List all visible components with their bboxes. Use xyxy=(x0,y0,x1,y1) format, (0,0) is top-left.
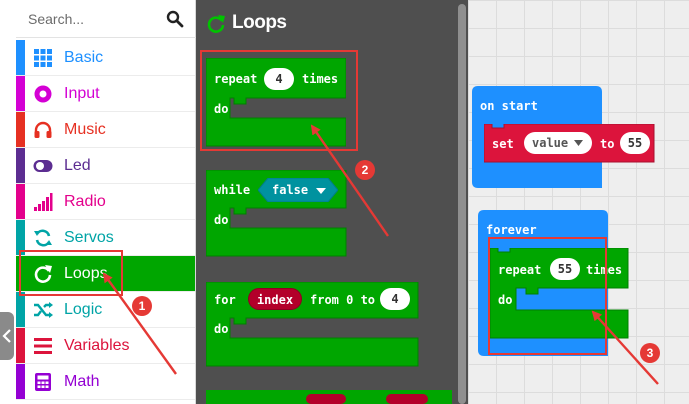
category-color-stripe xyxy=(16,112,25,147)
annotation-badge-1: 1 xyxy=(132,296,152,316)
category-color-stripe xyxy=(16,364,25,399)
set-value-input[interactable]: 55 xyxy=(620,132,650,154)
category-math[interactable]: Math xyxy=(16,364,195,400)
dropdown-arrow-icon xyxy=(574,140,583,146)
loop-icon xyxy=(207,15,225,33)
do-keyword: do xyxy=(214,213,229,227)
highlight-box-repeat-block xyxy=(200,50,358,151)
category-label: Input xyxy=(64,85,100,102)
category-color-stripe xyxy=(16,328,25,363)
variable-dropdown[interactable]: value xyxy=(524,132,592,154)
category-color-stripe xyxy=(16,76,25,111)
annotation-badge-3: 3 xyxy=(640,343,660,363)
variable-name: value xyxy=(532,136,569,150)
category-color-stripe xyxy=(16,148,25,183)
calculator-icon xyxy=(35,373,51,391)
annotation-badge-2: 2 xyxy=(355,160,375,180)
radio-button-icon xyxy=(34,85,52,103)
search-box xyxy=(16,0,196,38)
dropdown-arrow-icon xyxy=(316,188,326,194)
highlight-box-loops xyxy=(19,250,123,296)
from-to-text: from 0 to xyxy=(310,293,376,307)
index-variable[interactable]: index xyxy=(248,288,302,310)
category-color-stripe xyxy=(16,40,25,75)
shuffle-icon xyxy=(34,302,53,318)
category-label: Led xyxy=(64,157,91,174)
category-radio[interactable]: Radio xyxy=(16,184,195,220)
category-led[interactable]: Led xyxy=(16,148,195,184)
search-icon[interactable] xyxy=(166,10,184,28)
category-label: Music xyxy=(64,121,106,138)
category-logic[interactable]: Logic xyxy=(16,292,195,328)
set-keyword: set xyxy=(492,137,514,151)
for-end-input[interactable]: 4 xyxy=(380,288,410,310)
on-start-block[interactable]: on start set value to 55 xyxy=(472,86,658,190)
signal-bars-icon xyxy=(34,193,53,211)
for-keyword: for xyxy=(214,293,236,307)
list-icon xyxy=(34,338,52,354)
grid-icon xyxy=(34,49,52,67)
category-label: Radio xyxy=(64,193,106,210)
toolbox-sidebar: Basic Input Music Led xyxy=(0,0,196,404)
headphones-icon xyxy=(34,121,52,138)
category-label: Basic xyxy=(64,49,104,66)
set-variable-block[interactable]: set value to 55 xyxy=(484,124,656,164)
partial-block[interactable] xyxy=(206,390,452,404)
do-keyword: do xyxy=(214,322,229,336)
highlight-box-forever-repeat xyxy=(488,237,607,355)
category-music[interactable]: Music xyxy=(16,112,195,148)
category-label: Variables xyxy=(64,337,130,354)
chevron-left-icon xyxy=(2,329,11,343)
toggle-icon xyxy=(33,160,53,172)
category-color-stripe xyxy=(16,292,25,327)
category-basic[interactable]: Basic xyxy=(16,40,195,76)
to-keyword: to xyxy=(600,137,615,151)
false-condition-dropdown[interactable]: false xyxy=(258,178,338,202)
search-input[interactable] xyxy=(28,8,158,30)
category-input[interactable]: Input xyxy=(16,76,195,112)
while-block[interactable]: while false do xyxy=(206,170,350,258)
category-label: Math xyxy=(64,373,100,390)
category-variables[interactable]: Variables xyxy=(16,328,195,364)
collapse-toolbox-button[interactable] xyxy=(0,312,14,360)
refresh-icon xyxy=(34,229,52,247)
category-label: Servos xyxy=(64,229,114,246)
category-color-stripe xyxy=(16,184,25,219)
flyout-scrollbar[interactable] xyxy=(458,4,466,404)
condition-value: false xyxy=(272,183,309,197)
category-label: Logic xyxy=(64,301,103,318)
while-keyword: while xyxy=(214,183,251,197)
for-index-block[interactable]: for index from 0 to 4 do xyxy=(206,282,420,368)
on-start-label: on start xyxy=(480,99,538,113)
forever-label: forever xyxy=(486,223,537,237)
partial-block-shape xyxy=(206,390,452,404)
